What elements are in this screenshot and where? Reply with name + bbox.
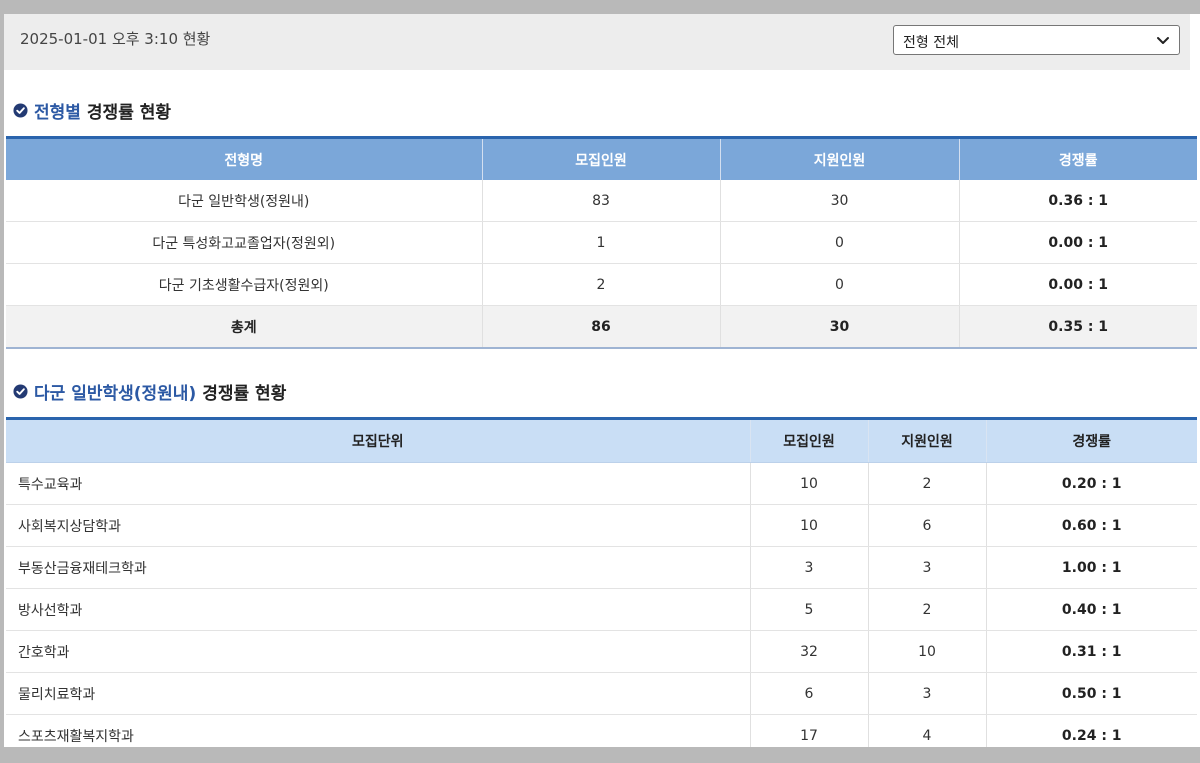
cell-applicants: 3 (868, 546, 987, 589)
cell-ratio: 1.00 : 1 (986, 546, 1197, 589)
cell-quota: 2 (482, 263, 721, 306)
section-title-rest: 경쟁률 현황 (86, 103, 172, 123)
cell-ratio: 0.00 : 1 (959, 263, 1197, 306)
chevron-down-icon (1157, 37, 1169, 44)
check-circle-icon (13, 384, 28, 399)
column-header-ratio: 경쟁률 (959, 137, 1197, 180)
cell-applicants: 3 (868, 672, 987, 715)
cell-admission-name: 다군 특성화고교졸업자(정원외) (6, 221, 483, 264)
cell-ratio: 0.50 : 1 (986, 672, 1197, 715)
cell-total-applicants: 30 (720, 305, 960, 349)
cell-unit: 방사선학과 (6, 588, 751, 631)
cell-ratio: 0.36 : 1 (959, 180, 1197, 222)
cell-ratio: 0.31 : 1 (986, 630, 1197, 673)
table-row: 스포츠재활복지학과 17 4 0.24 : 1 (6, 714, 1197, 747)
cell-ratio: 0.40 : 1 (986, 588, 1197, 631)
cell-applicants: 0 (720, 221, 960, 264)
table-row: 다군 기초생활수급자(정원외) 2 0 0.00 : 1 (6, 263, 1197, 306)
section-title-highlight: 전형별 (34, 103, 81, 123)
cell-applicants: 30 (720, 180, 960, 222)
cell-total-ratio: 0.35 : 1 (959, 305, 1197, 349)
status-timestamp: 2025-01-01 오후 3:10 현황 (20, 30, 211, 48)
table-row: 다군 특성화고교졸업자(정원외) 1 0 0.00 : 1 (6, 221, 1197, 264)
check-circle-icon (13, 103, 28, 118)
cell-admission-name: 다군 기초생활수급자(정원외) (6, 263, 483, 306)
table-row: 사회복지상담학과 10 6 0.60 : 1 (6, 504, 1197, 547)
cell-total-label: 총계 (6, 305, 483, 349)
admission-type-select[interactable]: 전형 전체 (893, 25, 1180, 55)
cell-quota: 83 (482, 180, 721, 222)
cell-ratio: 0.60 : 1 (986, 504, 1197, 547)
cell-quota: 10 (750, 504, 869, 547)
column-header-quota: 모집인원 (750, 418, 869, 463)
table-header-row: 전형명 모집인원 지원인원 경쟁률 (6, 137, 1197, 180)
cell-applicants: 4 (868, 714, 987, 747)
cell-applicants: 2 (868, 588, 987, 631)
table-row: 특수교육과 10 2 0.20 : 1 (6, 462, 1197, 505)
cell-quota: 6 (750, 672, 869, 715)
column-header-applicants: 지원인원 (868, 418, 987, 463)
cell-quota: 1 (482, 221, 721, 264)
column-header-unit: 모집단위 (6, 418, 751, 463)
unit-competition-table: 모집단위 모집인원 지원인원 경쟁률 특수교육과 10 2 0.20 : 1 사… (6, 417, 1197, 747)
cell-admission-name: 다군 일반학생(정원내) (6, 180, 483, 222)
cell-quota: 32 (750, 630, 869, 673)
cell-unit: 물리치료학과 (6, 672, 751, 715)
cell-unit: 간호학과 (6, 630, 751, 673)
column-header-applicants: 지원인원 (720, 137, 960, 180)
column-header-admission-name: 전형명 (6, 137, 483, 180)
cell-applicants: 2 (868, 462, 987, 505)
cell-unit: 스포츠재활복지학과 (6, 714, 751, 747)
cell-quota: 10 (750, 462, 869, 505)
cell-unit: 부동산금융재테크학과 (6, 546, 751, 589)
cell-ratio: 0.20 : 1 (986, 462, 1197, 505)
cell-ratio: 0.00 : 1 (959, 221, 1197, 264)
cell-unit: 사회복지상담학과 (6, 504, 751, 547)
cell-applicants: 10 (868, 630, 987, 673)
table-header-row: 모집단위 모집인원 지원인원 경쟁률 (6, 418, 1197, 463)
column-header-quota: 모집인원 (482, 137, 721, 180)
status-bar: 2025-01-01 오후 3:10 현황 전형 전체 (4, 14, 1190, 70)
cell-quota: 17 (750, 714, 869, 747)
total-row: 총계 86 30 0.35 : 1 (6, 305, 1197, 349)
admission-type-select-value: 전형 전체 (903, 35, 959, 51)
section-title-by-admission: 전형별 경쟁률 현황 (13, 98, 171, 123)
table-row: 간호학과 32 10 0.31 : 1 (6, 630, 1197, 673)
table-row: 다군 일반학생(정원내) 83 30 0.36 : 1 (6, 180, 1197, 222)
admission-summary-table: 전형명 모집인원 지원인원 경쟁률 다군 일반학생(정원내) 83 30 0.3… (6, 136, 1197, 349)
table-row: 부동산금융재테크학과 3 3 1.00 : 1 (6, 546, 1197, 589)
column-header-ratio: 경쟁률 (986, 418, 1197, 463)
table-row: 물리치료학과 6 3 0.50 : 1 (6, 672, 1197, 715)
cell-quota: 5 (750, 588, 869, 631)
cell-total-quota: 86 (482, 305, 721, 349)
cell-quota: 3 (750, 546, 869, 589)
cell-ratio: 0.24 : 1 (986, 714, 1197, 747)
section-title-rest: 경쟁률 현황 (202, 384, 287, 404)
table-row: 방사선학과 5 2 0.40 : 1 (6, 588, 1197, 631)
cell-applicants: 6 (868, 504, 987, 547)
page: 2025-01-01 오후 3:10 현황 전형 전체 전형별 경쟁률 현황 전… (4, 14, 1200, 747)
section-title-highlight: 다군 일반학생(정원내) (34, 384, 197, 404)
cell-unit: 특수교육과 (6, 462, 751, 505)
section-title-by-unit: 다군 일반학생(정원내) 경쟁률 현황 (13, 379, 286, 404)
cell-applicants: 0 (720, 263, 960, 306)
